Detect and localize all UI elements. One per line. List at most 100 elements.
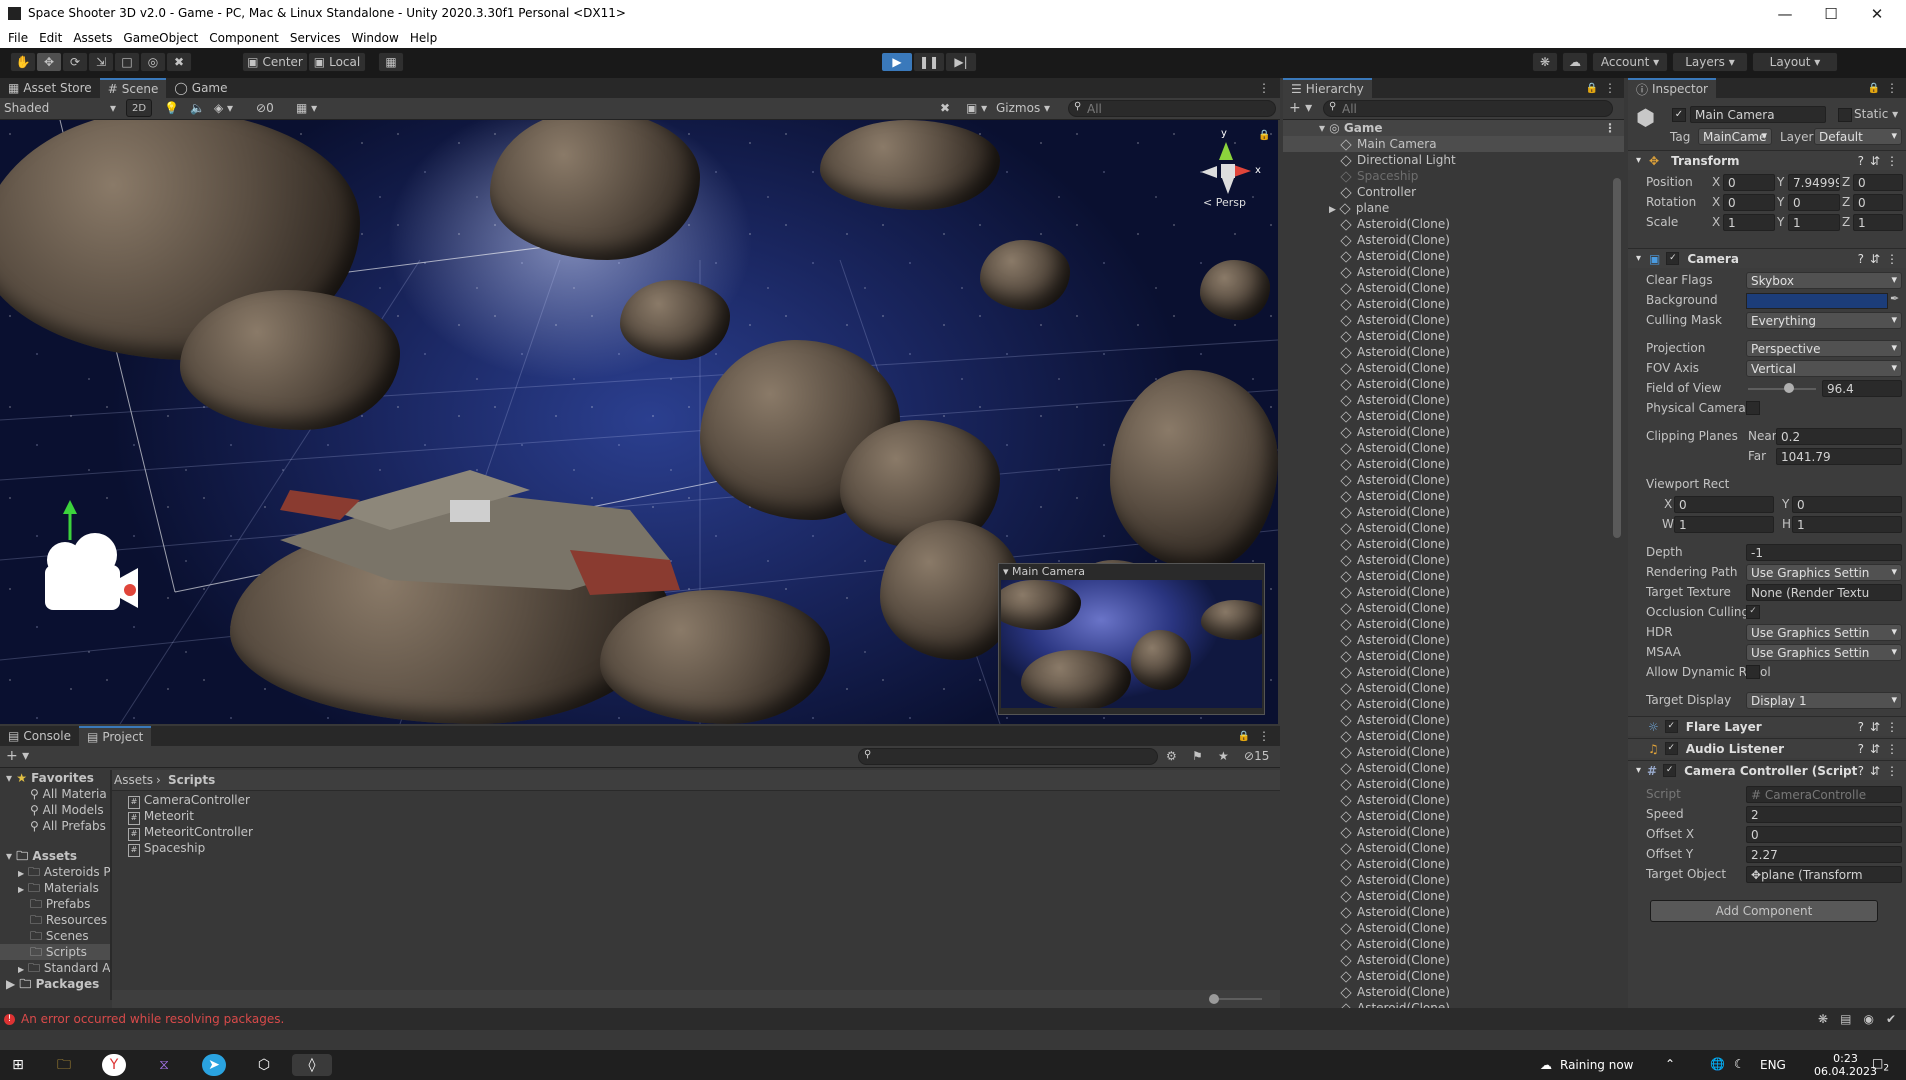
camera-component-header[interactable]: ▾ ▣ ✓ Camera ? ⇵ ⋮ bbox=[1628, 248, 1906, 268]
hand-tool-icon[interactable]: ✋ bbox=[10, 52, 36, 72]
hierarchy-item[interactable]: Asteroid(Clone) bbox=[1283, 520, 1624, 536]
help-icon[interactable]: ? bbox=[1858, 764, 1864, 778]
offset-y-field[interactable]: 2.27 bbox=[1746, 846, 1902, 863]
hierarchy-item[interactable]: Asteroid(Clone) bbox=[1283, 536, 1624, 552]
tab-project[interactable]: ▤ Project bbox=[78, 726, 152, 746]
hierarchy-item[interactable]: Asteroid(Clone) bbox=[1283, 744, 1624, 760]
mode-2d-button[interactable]: 2D bbox=[126, 99, 152, 117]
dynamic-resolution-checkbox[interactable] bbox=[1746, 665, 1760, 679]
icon-size-slider-track[interactable] bbox=[1212, 998, 1262, 1000]
tab-console[interactable]: ▤ Console bbox=[0, 726, 79, 746]
panel-menu-icon[interactable]: ⋮ bbox=[1258, 81, 1270, 95]
expand-arrow-icon[interactable]: ▶ bbox=[1329, 205, 1336, 215]
fov-field[interactable]: 96.4 bbox=[1822, 380, 1902, 397]
hierarchy-item[interactable]: Asteroid(Clone) bbox=[1283, 456, 1624, 472]
transform-component-header[interactable]: ▾ ✥ Transform ? ⇵ ⋮ bbox=[1628, 150, 1906, 170]
position-z-field[interactable]: 0 bbox=[1853, 174, 1903, 191]
lock-icon[interactable]: 🔒 bbox=[1868, 83, 1880, 94]
tab-hierarchy[interactable]: ☰ Hierarchy bbox=[1283, 78, 1372, 98]
speed-field[interactable]: 2 bbox=[1746, 806, 1902, 823]
layers-dropdown[interactable]: Layers ▾ bbox=[1672, 52, 1748, 72]
hierarchy-item[interactable]: Controller bbox=[1283, 184, 1624, 200]
msaa-dropdown[interactable]: Use Graphics Settin bbox=[1746, 644, 1902, 661]
notifications-icon[interactable]: □2 bbox=[1872, 1056, 1889, 1073]
panel-menu-icon[interactable]: ⋮ bbox=[1886, 81, 1898, 95]
packages-root[interactable]: ▶ 🗀 Packages bbox=[0, 976, 110, 992]
help-icon[interactable]: ? bbox=[1858, 252, 1864, 266]
grid-snap-icon[interactable]: ▦ bbox=[378, 52, 404, 72]
hierarchy-item[interactable]: Asteroid(Clone) bbox=[1283, 680, 1624, 696]
icon-size-slider-handle[interactable] bbox=[1209, 994, 1219, 1004]
hierarchy-item[interactable]: Asteroid(Clone) bbox=[1283, 376, 1624, 392]
hierarchy-item[interactable]: Asteroid(Clone) bbox=[1283, 968, 1624, 984]
target-texture-field[interactable]: None (Render Textu bbox=[1746, 584, 1902, 601]
camera-controller-header[interactable]: ▾ # ✓ Camera Controller (Script ? ⇵ ⋮ bbox=[1628, 760, 1906, 780]
layer-dropdown[interactable]: Default bbox=[1814, 128, 1902, 145]
telegram-icon[interactable]: ➤ bbox=[202, 1054, 226, 1076]
menu-file[interactable]: File bbox=[8, 31, 28, 45]
hidden-objects-icon[interactable]: ⊘0 bbox=[256, 101, 274, 115]
tag-dropdown[interactable]: MainCame bbox=[1698, 128, 1772, 145]
hierarchy-item[interactable]: Asteroid(Clone) bbox=[1283, 696, 1624, 712]
tab-inspector[interactable]: ⓘ Inspector bbox=[1628, 78, 1716, 98]
move-tool-icon[interactable]: ✥ bbox=[36, 52, 62, 72]
scale-x-field[interactable]: 1 bbox=[1723, 214, 1775, 231]
position-x-field[interactable]: 0 bbox=[1723, 174, 1775, 191]
presets-icon[interactable]: ⇵ bbox=[1870, 720, 1880, 734]
scale-tool-icon[interactable]: ⇲ bbox=[88, 52, 114, 72]
panel-menu-icon[interactable]: ⋮ bbox=[1258, 729, 1270, 743]
hierarchy-item[interactable]: Asteroid(Clone) bbox=[1283, 248, 1624, 264]
hierarchy-item[interactable]: Asteroid(Clone) bbox=[1283, 632, 1624, 648]
menu-assets[interactable]: Assets bbox=[73, 31, 112, 45]
lock-icon[interactable]: 🔒 bbox=[1258, 130, 1270, 141]
scene-tools-icon[interactable]: ✖ bbox=[940, 101, 950, 115]
weather-widget[interactable]: ☁ Raining now bbox=[1540, 1058, 1634, 1072]
filter-type-icon[interactable]: ⚙ bbox=[1166, 749, 1177, 763]
add-component-button[interactable]: Add Component bbox=[1650, 900, 1878, 922]
hierarchy-item[interactable]: Asteroid(Clone) bbox=[1283, 616, 1624, 632]
scene-search-input[interactable]: ⚲ All bbox=[1068, 100, 1276, 117]
file-explorer-icon[interactable]: 🗀 bbox=[52, 1054, 76, 1076]
audio-icon[interactable]: 🔈 bbox=[190, 101, 205, 115]
asset-folder[interactable]: ▶ 🗀 Standard A bbox=[0, 960, 110, 976]
enabled-checkbox[interactable]: ✓ bbox=[1664, 742, 1678, 755]
scene-grid-icon[interactable]: ▦ ▾ bbox=[296, 101, 317, 115]
hierarchy-item[interactable]: Asteroid(Clone) bbox=[1283, 488, 1624, 504]
object-name-field[interactable]: Main Camera bbox=[1690, 106, 1826, 123]
unity-editor-icon[interactable]: ◊ bbox=[292, 1054, 332, 1076]
component-menu-icon[interactable]: ⋮ bbox=[1886, 154, 1898, 168]
viewport-y-field[interactable]: 0 bbox=[1792, 496, 1902, 513]
hierarchy-item[interactable]: Asteroid(Clone) bbox=[1283, 728, 1624, 744]
asset-folder[interactable]: ▶ 🗀 Asteroids P bbox=[0, 864, 111, 880]
hierarchy-item[interactable]: Asteroid(Clone) bbox=[1283, 776, 1624, 792]
component-menu-icon[interactable]: ⋮ bbox=[1886, 742, 1898, 756]
favorite-item[interactable]: ⚲ All Models bbox=[0, 802, 110, 818]
hierarchy-item[interactable]: Asteroid(Clone) bbox=[1283, 856, 1624, 872]
rect-tool-icon[interactable]: □ bbox=[114, 52, 140, 72]
scale-y-field[interactable]: 1 bbox=[1788, 214, 1840, 231]
tab-asset-store[interactable]: ▦ Asset Store bbox=[0, 78, 100, 98]
near-field[interactable]: 0.2 bbox=[1776, 428, 1902, 445]
hierarchy-item[interactable]: Main Camera bbox=[1283, 136, 1624, 152]
rotate-tool-icon[interactable]: ⟳ bbox=[62, 52, 88, 72]
fov-slider-handle[interactable] bbox=[1784, 383, 1794, 393]
hierarchy-item[interactable]: Asteroid(Clone) bbox=[1283, 360, 1624, 376]
create-asset-icon[interactable]: + ▾ bbox=[6, 748, 29, 764]
hierarchy-item[interactable]: Directional Light bbox=[1283, 152, 1624, 168]
hierarchy-item[interactable]: Asteroid(Clone) bbox=[1283, 584, 1624, 600]
persp-label[interactable]: < Persp bbox=[1203, 196, 1246, 209]
pivot-local-button[interactable]: ▣ Local bbox=[308, 52, 366, 72]
enabled-checkbox[interactable]: ✓ bbox=[1663, 764, 1677, 777]
gizmos-dropdown[interactable]: Gizmos ▾ bbox=[996, 101, 1050, 115]
hierarchy-item[interactable]: Asteroid(Clone) bbox=[1283, 472, 1624, 488]
unity-hub-icon[interactable]: ⬡ bbox=[252, 1054, 276, 1076]
transform-tool-icon[interactable]: ◎ bbox=[140, 52, 166, 72]
script-file[interactable]: # CameraController bbox=[128, 792, 253, 809]
hierarchy-item[interactable]: Asteroid(Clone) bbox=[1283, 1000, 1624, 1008]
hierarchy-item[interactable]: Asteroid(Clone) bbox=[1283, 984, 1624, 1000]
target-display-dropdown[interactable]: Display 1 bbox=[1746, 692, 1902, 709]
menu-services[interactable]: Services bbox=[290, 31, 341, 45]
menu-gameobject[interactable]: GameObject bbox=[123, 31, 198, 45]
help-icon[interactable]: ? bbox=[1858, 720, 1864, 734]
hierarchy-item[interactable]: Asteroid(Clone) bbox=[1283, 712, 1624, 728]
